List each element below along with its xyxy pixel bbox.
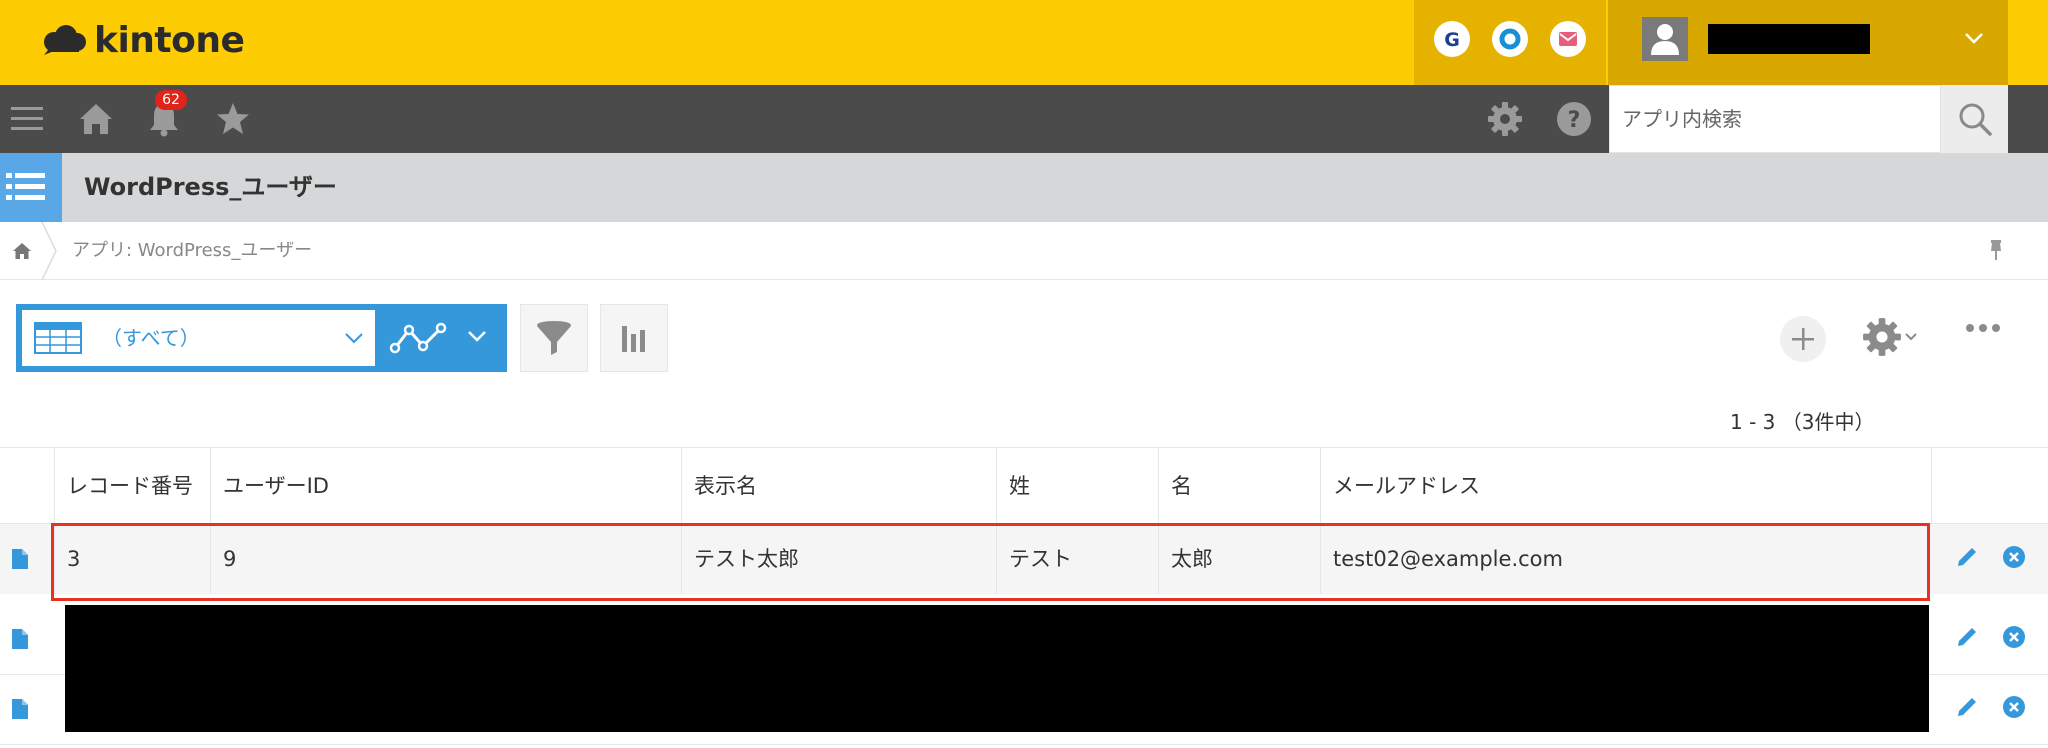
edit-pencil-icon[interactable] [1954, 544, 1980, 570]
nav-right-edge [2008, 85, 2048, 153]
breadcrumb-app-link[interactable]: アプリ: WordPress_ユーザー [72, 222, 312, 280]
gear-icon [1863, 318, 1901, 356]
mail-icon[interactable] [1550, 21, 1586, 57]
global-nav: 62 ? [0, 85, 2048, 153]
user-menu[interactable] [1608, 0, 2008, 85]
breadcrumb-separator-icon [41, 222, 57, 280]
record-detail-icon[interactable] [11, 698, 29, 720]
chevron-down-icon [468, 331, 486, 342]
top-header: kintone G [0, 0, 2048, 85]
mail-envelope-icon [1559, 32, 1577, 46]
row-actions [1954, 694, 2026, 720]
app-search-field[interactable] [1609, 85, 1941, 153]
column-header[interactable]: 姓 [996, 447, 1158, 524]
app-title-bar: WordPress_ユーザー [0, 153, 2048, 222]
record-count: 1 - 3 （3件中） [1730, 410, 1875, 434]
row-actions [1954, 544, 2026, 570]
cell-last-name: テスト [996, 524, 1158, 594]
pin-icon[interactable] [1984, 238, 2008, 262]
plus-icon [1792, 328, 1814, 350]
filter-funnel-icon [537, 321, 571, 355]
cell-email: test02@example.com [1320, 524, 1931, 594]
app-list-icon [0, 153, 62, 222]
g-logo-icon: G [1444, 29, 1460, 51]
settings-gear-icon[interactable] [1485, 99, 1525, 139]
logo-text: kintone [94, 19, 245, 61]
filter-button[interactable] [520, 304, 588, 372]
view-label: （すべて） [102, 326, 200, 350]
record-detail-icon[interactable] [11, 548, 29, 570]
row-actions [1954, 624, 2026, 650]
svg-text:?: ? [1568, 108, 1581, 133]
table-header-blank [0, 447, 54, 524]
more-options-icon[interactable] [1966, 324, 2000, 332]
user-avatar-icon [1642, 17, 1688, 61]
kintone-logo[interactable]: kintone [42, 18, 245, 62]
graph-button[interactable] [375, 304, 507, 372]
edit-pencil-icon[interactable] [1954, 694, 1980, 720]
chevron-down-icon[interactable] [1964, 28, 1984, 48]
row-divider [0, 744, 2048, 745]
help-icon[interactable]: ? [1554, 99, 1594, 139]
redacted-rows [65, 605, 1929, 732]
breadcrumb: アプリ: WordPress_ユーザー [0, 222, 2048, 280]
cell-display-name: テスト太郎 [681, 524, 996, 594]
ring-logo-icon [1499, 28, 1521, 50]
view-selector[interactable]: （すべて） [16, 304, 375, 372]
user-name [1708, 24, 1870, 54]
app-settings-button[interactable] [1862, 317, 1918, 357]
column-header[interactable]: ユーザーID [210, 447, 681, 524]
home-icon[interactable] [76, 99, 116, 139]
chart-button[interactable] [600, 304, 668, 372]
graph-line-icon [389, 322, 447, 354]
cell-user-id: 9 [210, 524, 681, 594]
app-title: WordPress_ユーザー [84, 173, 337, 201]
notification-badge: 62 [155, 90, 187, 110]
svg-text:G: G [1444, 29, 1460, 51]
delete-close-icon[interactable] [2002, 695, 2026, 719]
delete-close-icon[interactable] [2002, 625, 2026, 649]
chevron-down-icon [345, 333, 363, 344]
column-header[interactable]: レコード番号 [54, 447, 210, 524]
cell-first-name: 太郎 [1158, 524, 1320, 594]
edit-pencil-icon[interactable] [1954, 624, 1980, 650]
bar-chart-icon [622, 326, 645, 352]
cell-record-number: 3 [54, 524, 210, 594]
add-record-button[interactable] [1780, 316, 1826, 362]
search-icon [1959, 103, 1992, 136]
breadcrumb-home-icon[interactable] [0, 222, 44, 280]
cloud-logo-icon [44, 25, 86, 55]
search-button[interactable] [1941, 85, 2008, 153]
column-header[interactable]: 表示名 [681, 447, 996, 524]
service-links: G [1414, 0, 1606, 85]
chevron-down-icon [1905, 333, 1917, 341]
garoon-icon[interactable]: G [1434, 21, 1470, 57]
menu-icon[interactable] [7, 99, 47, 139]
search-input[interactable] [1610, 86, 1940, 152]
record-detail-icon[interactable] [11, 628, 29, 650]
delete-close-icon[interactable] [2002, 545, 2026, 569]
column-header[interactable]: 名 [1158, 447, 1320, 524]
column-header[interactable]: メールアドレス [1320, 447, 1931, 524]
table-view-icon [34, 322, 82, 354]
table-header-actions [1931, 447, 2048, 524]
office-icon[interactable] [1492, 21, 1528, 57]
table-row[interactable]: 3 9 テスト太郎 テスト 太郎 test02@example.com [0, 524, 2048, 594]
favorites-star-icon[interactable] [213, 99, 253, 139]
